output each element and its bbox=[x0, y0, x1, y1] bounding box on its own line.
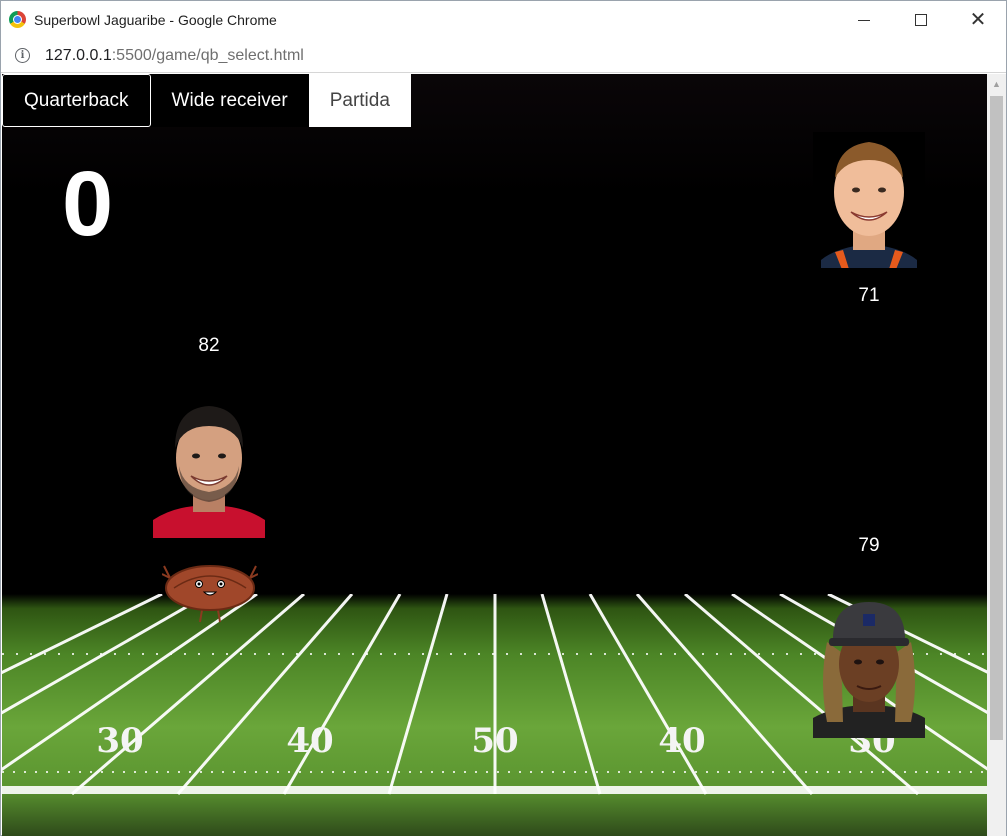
score-display: 0 bbox=[62, 153, 114, 255]
player-rating: 71 bbox=[858, 285, 880, 306]
football-mascot-icon[interactable] bbox=[161, 558, 259, 624]
vertical-scrollbar[interactable]: ▲ bbox=[987, 74, 1006, 836]
tab-wide-receiver[interactable]: Wide receiver bbox=[150, 74, 309, 127]
player-rating: 82 bbox=[198, 335, 220, 356]
url-path: :5500/game/qb_select.html bbox=[111, 47, 304, 64]
window-title: Superbowl Jaguaribe - Google Chrome bbox=[34, 12, 277, 28]
player-photo bbox=[153, 402, 265, 538]
player-card-qb-top-right[interactable] bbox=[813, 132, 925, 268]
browser-window: Superbowl Jaguaribe - Google Chrome ✕ i … bbox=[0, 0, 1007, 836]
chrome-logo-icon bbox=[9, 11, 26, 28]
yard-number-40-right: 40 bbox=[658, 721, 705, 761]
yard-number-50: 50 bbox=[471, 721, 518, 761]
close-button[interactable]: ✕ bbox=[955, 1, 1001, 39]
tab-bar: Quarterback Wide receiver Partida bbox=[2, 74, 411, 128]
player-card-wr-bottom-right[interactable] bbox=[813, 602, 925, 738]
scrollbar-thumb[interactable] bbox=[990, 96, 1003, 740]
tab-partida[interactable]: Partida bbox=[308, 74, 411, 127]
player-rating: 79 bbox=[858, 535, 880, 556]
title-bar: Superbowl Jaguaribe - Google Chrome ✕ bbox=[1, 1, 1006, 39]
maximize-button[interactable] bbox=[898, 1, 944, 39]
player-photo bbox=[813, 602, 925, 738]
scroll-up-arrow-icon[interactable]: ▲ bbox=[987, 74, 1006, 94]
yard-number-40-left: 40 bbox=[286, 721, 333, 761]
address-bar[interactable]: i 127.0.0.1:5500/game/qb_select.html bbox=[1, 39, 1006, 73]
yard-number-30-left: 30 bbox=[96, 721, 143, 761]
url-text[interactable]: 127.0.0.1:5500/game/qb_select.html bbox=[45, 47, 304, 65]
player-card-qb-left[interactable] bbox=[153, 402, 265, 538]
player-photo bbox=[813, 132, 925, 268]
tab-quarterback[interactable]: Quarterback bbox=[2, 74, 151, 127]
minimize-button[interactable] bbox=[841, 1, 887, 39]
site-info-icon[interactable]: i bbox=[15, 48, 30, 63]
url-host: 127.0.0.1 bbox=[45, 47, 112, 64]
page-viewport: 30 40 50 40 30 Quarterback Wide receiver… bbox=[2, 74, 987, 836]
